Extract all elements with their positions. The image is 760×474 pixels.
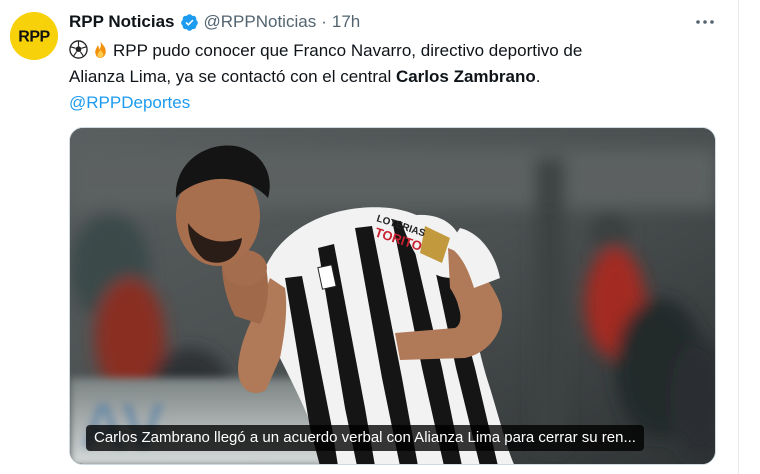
tweet-media-image[interactable]: AV <box>69 127 716 465</box>
tweet-card[interactable]: RPP RPP Noticias @RPPNoticias · 17h RPP … <box>0 0 760 474</box>
tweet-header: RPP Noticias @RPPNoticias · 17h <box>69 11 360 33</box>
tweet-line-2: Alianza Lima, ya se contactó con el cent… <box>69 64 689 90</box>
avatar-logo-text: RPP <box>18 29 50 46</box>
tweet-bold-name: Carlos Zambrano <box>395 67 536 86</box>
fire-icon <box>91 40 110 59</box>
tweet-timestamp[interactable]: 17h <box>332 12 360 32</box>
tweet-line-2-start: Alianza Lima, ya se contactó con el cent… <box>69 67 396 86</box>
media-caption: Carlos Zambrano llegó a un acuerdo verba… <box>86 425 644 451</box>
soccer-ball-icon <box>69 40 88 59</box>
rpp-logo: RPP <box>10 12 58 60</box>
author-name[interactable]: RPP Noticias <box>69 12 175 32</box>
tweet-line-1: RPP pudo conocer que Franco Navarro, dir… <box>69 38 689 64</box>
separator-dot: · <box>321 12 327 31</box>
player-photo: AV <box>70 128 715 464</box>
column-divider <box>738 0 739 474</box>
mention-link[interactable]: @RPPDeportes <box>69 90 689 116</box>
tweet-line-2-end: . <box>535 67 541 86</box>
verified-badge-icon <box>180 13 199 32</box>
avatar[interactable]: RPP <box>10 12 58 60</box>
tweet-line-1-text: RPP pudo conocer que Franco Navarro, dir… <box>113 41 583 60</box>
more-options-icon[interactable] <box>694 12 716 32</box>
tweet-text: RPP pudo conocer que Franco Navarro, dir… <box>69 38 689 116</box>
author-handle[interactable]: @RPPNoticias <box>204 12 317 32</box>
